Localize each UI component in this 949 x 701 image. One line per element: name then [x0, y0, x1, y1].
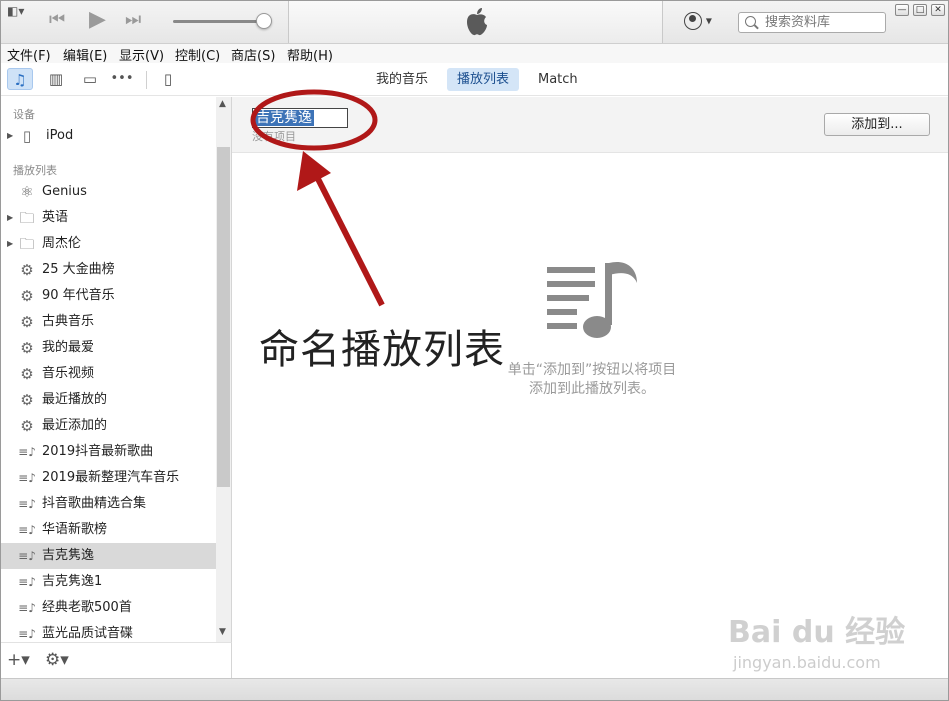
watermark-url: jingyan.baidu.com: [733, 653, 881, 672]
annotation-label: 命名播放列表: [259, 327, 505, 373]
highlight-ellipse: [250, 89, 378, 151]
watermark-logo: Bai du 经验: [728, 615, 906, 650]
annotation-arrow-shaft: [310, 167, 385, 307]
status-bar: [1, 678, 948, 700]
itunes-window: ◧▾ ⏮ ▶ ⏭ ▾ 搜索资料库 — □ ✕ 文件(F) 编辑(E) 显示(V)…: [0, 0, 949, 701]
annotation-arrow-head: [297, 151, 331, 191]
